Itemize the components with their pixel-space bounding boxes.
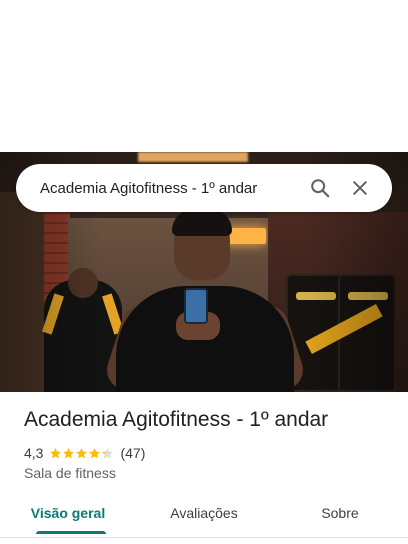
close-icon[interactable] <box>340 168 380 208</box>
review-count[interactable]: (47) <box>120 445 145 461</box>
place-title: Academia Agitofitness - 1º andar <box>24 408 329 431</box>
star-icon <box>102 447 114 458</box>
rating-stars <box>49 447 114 460</box>
tab-bar: Visão geral Avaliações Sobre <box>0 496 408 538</box>
tab-overview[interactable]: Visão geral <box>0 496 136 538</box>
place-category[interactable]: Sala de fitness <box>24 465 116 481</box>
tab-about[interactable]: Sobre <box>272 496 408 538</box>
rating-value: 4,3 <box>24 445 44 461</box>
star-icon <box>63 447 75 458</box>
search-bar[interactable]: Academia Agitofitness - 1º andar <box>16 164 392 212</box>
rating-row[interactable]: 4,3 (47) <box>24 444 145 462</box>
search-query[interactable]: Academia Agitofitness - 1º andar <box>40 180 300 197</box>
tab-divider <box>0 537 408 538</box>
star-icon <box>89 447 101 458</box>
place-page: Academia Agitofitness - 1º andar Academi… <box>0 0 408 544</box>
tab-label: Avaliações <box>170 505 238 521</box>
star-icon <box>50 447 62 458</box>
tab-reviews[interactable]: Avaliações <box>136 496 272 538</box>
active-tab-indicator <box>36 531 106 534</box>
tab-label: Sobre <box>321 505 359 521</box>
tab-label: Visão geral <box>30 505 106 521</box>
search-icon[interactable] <box>300 168 340 208</box>
star-icon <box>76 447 88 458</box>
